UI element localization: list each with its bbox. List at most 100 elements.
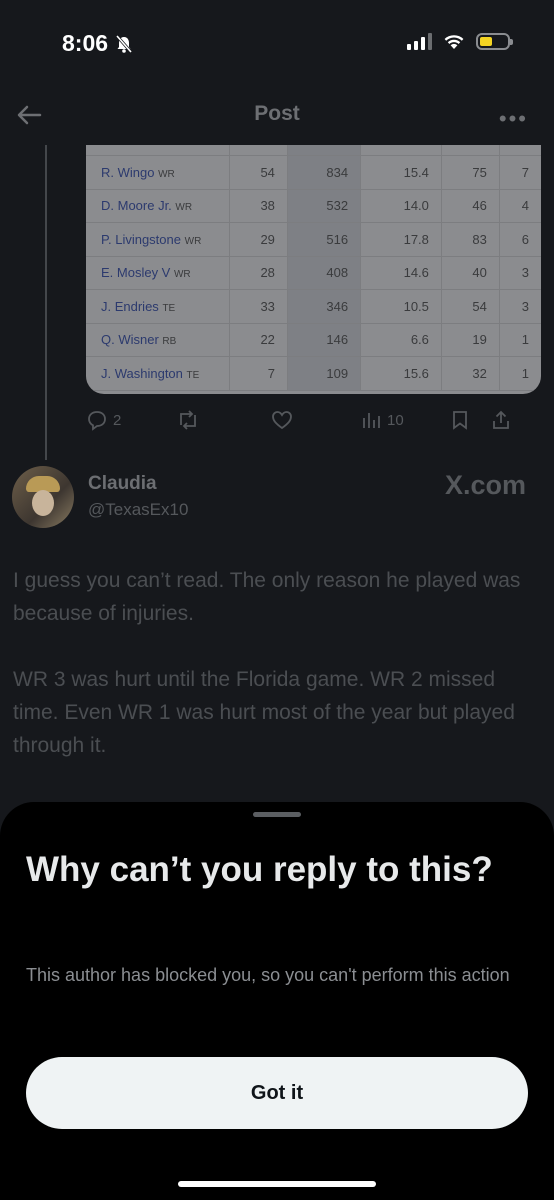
stat-cell-td: 7 xyxy=(498,155,541,190)
table-row: P. Livingstone WR 29 516 17.8 83 6 xyxy=(86,222,541,257)
author-name[interactable]: Claudia xyxy=(88,473,157,495)
silent-mode-icon xyxy=(115,34,133,53)
heart-icon xyxy=(272,411,292,430)
views-chart-icon xyxy=(363,413,380,428)
stat-cell-avg: 17.8 xyxy=(360,222,442,257)
stat-cell-yds: 834 xyxy=(286,155,361,190)
stat-cell-avg: 15.6 xyxy=(360,356,442,391)
player-name: Q. Wisner xyxy=(101,332,159,348)
stat-cell-long: 75 xyxy=(440,155,500,190)
stat-cell-yds: 408 xyxy=(286,256,361,290)
stat-cell-long: 54 xyxy=(440,289,500,324)
post-action-bar: 2 10 xyxy=(86,406,541,434)
page-title: Post xyxy=(254,102,300,125)
table-row: J. Washington TE 7 109 15.6 32 1 xyxy=(86,356,541,391)
got-it-button[interactable]: Got it xyxy=(26,1057,528,1129)
stat-cell-td: 1 xyxy=(498,356,541,391)
player-name-cell: P. Livingstone WR xyxy=(86,222,230,257)
stat-cell-td: 4 xyxy=(498,189,541,223)
bookmark-icon xyxy=(453,411,467,430)
table-row: D. Moore Jr. WR 38 532 14.0 46 4 xyxy=(86,189,541,223)
time-text: 8:06 xyxy=(62,30,109,56)
stat-cell-rec: 7 xyxy=(229,356,288,391)
stat-cell-td: 6 xyxy=(498,222,541,257)
stat-cell-yds: 532 xyxy=(286,189,361,223)
stats-table-image[interactable]: R. Wingo WR 54 834 15.4 75 7 D. Moore Jr. WR 38… xyxy=(86,145,541,394)
stat-cell-long: 19 xyxy=(440,323,500,357)
more-options-icon[interactable]: ••• xyxy=(499,106,528,132)
table-row: J. Endries TE 33 346 10.5 54 3 xyxy=(86,289,541,324)
stat-cell-rec: 22 xyxy=(229,323,288,357)
stat-cell-rec: 38 xyxy=(229,189,288,223)
player-position: WR xyxy=(184,235,202,247)
share-icon xyxy=(493,410,509,429)
bookmark-button[interactable] xyxy=(450,409,490,431)
receiving-stats-table: R. Wingo WR 54 834 15.4 75 7 D. Moore Jr. WR 38… xyxy=(86,145,541,391)
player-name: J. Endries xyxy=(101,298,159,314)
stat-cell-rec: 54 xyxy=(229,155,288,190)
stat-cell-avg: 10.5 xyxy=(360,289,442,324)
stat-cell-td: 3 xyxy=(498,256,541,290)
player-position: TE xyxy=(186,369,200,381)
stat-cell-yds: 146 xyxy=(286,323,361,357)
status-bar-indicators xyxy=(407,32,513,50)
table-row xyxy=(86,145,541,156)
repost-button[interactable] xyxy=(176,409,270,431)
post-paragraph: I guess you can’t read. The only reason … xyxy=(13,569,521,625)
player-position: WR xyxy=(158,168,175,180)
player-name: E. Mosley V xyxy=(101,265,171,281)
battery-icon xyxy=(476,32,513,50)
stat-cell-avg: 14.6 xyxy=(360,256,442,290)
stat-cell-yds: 109 xyxy=(286,356,361,391)
post-paragraph: WR 3 was hurt until the Florida game. WR… xyxy=(13,668,515,757)
player-name-cell: Q. Wisner RB xyxy=(86,323,230,357)
stat-cell-rec: 33 xyxy=(229,289,288,324)
views-count: 10 xyxy=(387,411,404,429)
player-name: R. Wingo xyxy=(101,164,155,180)
stat-cell-avg: 15.4 xyxy=(360,155,442,190)
stat-cell-long: 40 xyxy=(440,256,500,290)
repost-icon xyxy=(180,410,196,430)
stat-cell-long: 46 xyxy=(440,189,500,223)
share-button[interactable] xyxy=(490,409,520,431)
table-row: Q. Wisner RB 22 146 6.6 19 1 xyxy=(86,323,541,357)
stat-cell-avg: 6.6 xyxy=(360,323,442,357)
sheet-title: Why can’t you reply to this? xyxy=(26,850,493,889)
wifi-icon xyxy=(444,35,464,49)
stat-cell-yds: 346 xyxy=(286,289,361,324)
sheet-drag-handle[interactable] xyxy=(253,812,301,817)
stat-cell-rec: 28 xyxy=(229,256,288,290)
player-position: WR xyxy=(173,269,191,281)
thread-connector-line xyxy=(45,145,47,460)
reply-icon xyxy=(88,411,106,431)
like-button[interactable] xyxy=(270,409,360,431)
player-position: TE xyxy=(162,302,176,314)
player-name: D. Moore Jr. xyxy=(101,198,172,214)
player-name-cell: D. Moore Jr. WR xyxy=(86,189,230,223)
player-name: P. Livingstone xyxy=(101,231,181,247)
player-position: RB xyxy=(162,336,177,348)
player-name-cell: R. Wingo WR xyxy=(86,155,230,190)
author-handle[interactable]: @TexasEx10 xyxy=(88,500,188,520)
reply-button[interactable]: 2 xyxy=(86,409,176,431)
status-bar-time: 8:06 xyxy=(62,30,134,57)
cellular-signal-icon xyxy=(407,32,432,50)
sheet-message: This author has blocked you, so you can'… xyxy=(26,965,510,985)
x-watermark: X.com xyxy=(444,470,526,500)
home-indicator[interactable] xyxy=(178,1181,376,1187)
stat-cell-td: 1 xyxy=(498,323,541,357)
stat-cell-rec: 29 xyxy=(229,222,288,257)
player-position: WR xyxy=(175,202,193,214)
table-row: E. Mosley V WR 28 408 14.6 40 3 xyxy=(86,256,541,290)
views-button[interactable]: 10 xyxy=(360,409,450,431)
stat-cell-td: 3 xyxy=(498,289,541,324)
stat-cell-long: 32 xyxy=(440,356,500,391)
table-row: R. Wingo WR 54 834 15.4 75 7 xyxy=(86,155,541,190)
player-name: J. Washington xyxy=(101,365,183,381)
post-body: I guess you can’t read. The only reason … xyxy=(13,564,543,795)
stat-cell-long: 83 xyxy=(440,222,500,257)
stat-cell-avg: 14.0 xyxy=(360,189,442,223)
stat-cell-yds: 516 xyxy=(286,222,361,257)
player-name-cell: J. Endries TE xyxy=(86,289,230,324)
avatar[interactable] xyxy=(12,466,74,528)
